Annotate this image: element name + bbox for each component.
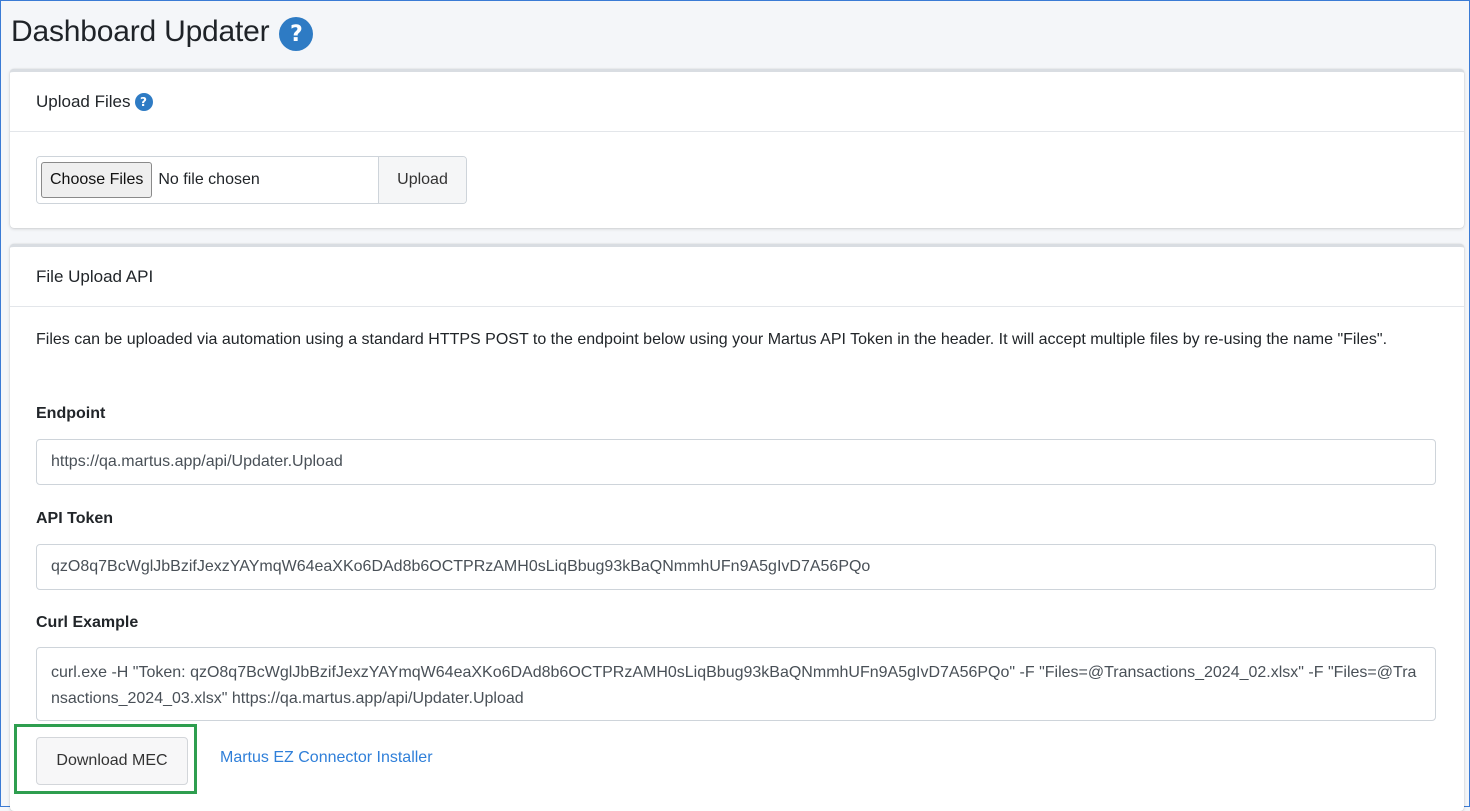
curl-example-field[interactable]: curl.exe -H "Token: qzO8q7BcWglJbBzifJex… xyxy=(36,647,1436,721)
api-token-field[interactable]: qzO8q7BcWglJbBzifJexzYAYmqW64eaXKo6DAd8b… xyxy=(36,544,1436,590)
upload-files-card: Upload Files ? Choose Files No file chos… xyxy=(10,69,1464,228)
page-title: Dashboard Updater xyxy=(11,15,270,48)
help-icon[interactable]: ? xyxy=(134,92,153,111)
api-card-body: Files can be uploaded via automation usi… xyxy=(36,325,1436,721)
help-icon[interactable]: ? xyxy=(279,17,314,51)
file-upload-api-header: File Upload API xyxy=(10,247,1464,307)
actions-row: Download MEC Martus EZ Connector Install… xyxy=(10,724,1464,798)
file-upload-api-title: File Upload API xyxy=(36,266,154,286)
curl-example-label: Curl Example xyxy=(36,614,139,631)
api-description: Files can be uploaded via automation usi… xyxy=(36,331,1388,348)
download-mec-button[interactable]: Download MEC xyxy=(36,737,188,785)
choose-files-button[interactable]: Choose Files xyxy=(41,162,153,198)
page-header: Dashboard Updater ? xyxy=(11,9,314,55)
upload-files-title: Upload Files xyxy=(36,91,131,111)
api-token-label: API Token xyxy=(36,510,114,527)
upload-files-header: Upload Files ? xyxy=(10,72,1464,132)
endpoint-field[interactable]: https://qa.martus.app/api/Updater.Upload xyxy=(36,439,1436,485)
installer-link[interactable]: Martus EZ Connector Installer xyxy=(220,749,433,767)
file-status-text: No file chosen xyxy=(158,171,260,188)
upload-button[interactable]: Upload xyxy=(378,157,466,203)
file-input[interactable]: Choose Files No file chosen xyxy=(37,157,378,203)
file-upload-group: Choose Files No file chosen Upload xyxy=(36,156,467,204)
endpoint-label: Endpoint xyxy=(36,405,106,422)
